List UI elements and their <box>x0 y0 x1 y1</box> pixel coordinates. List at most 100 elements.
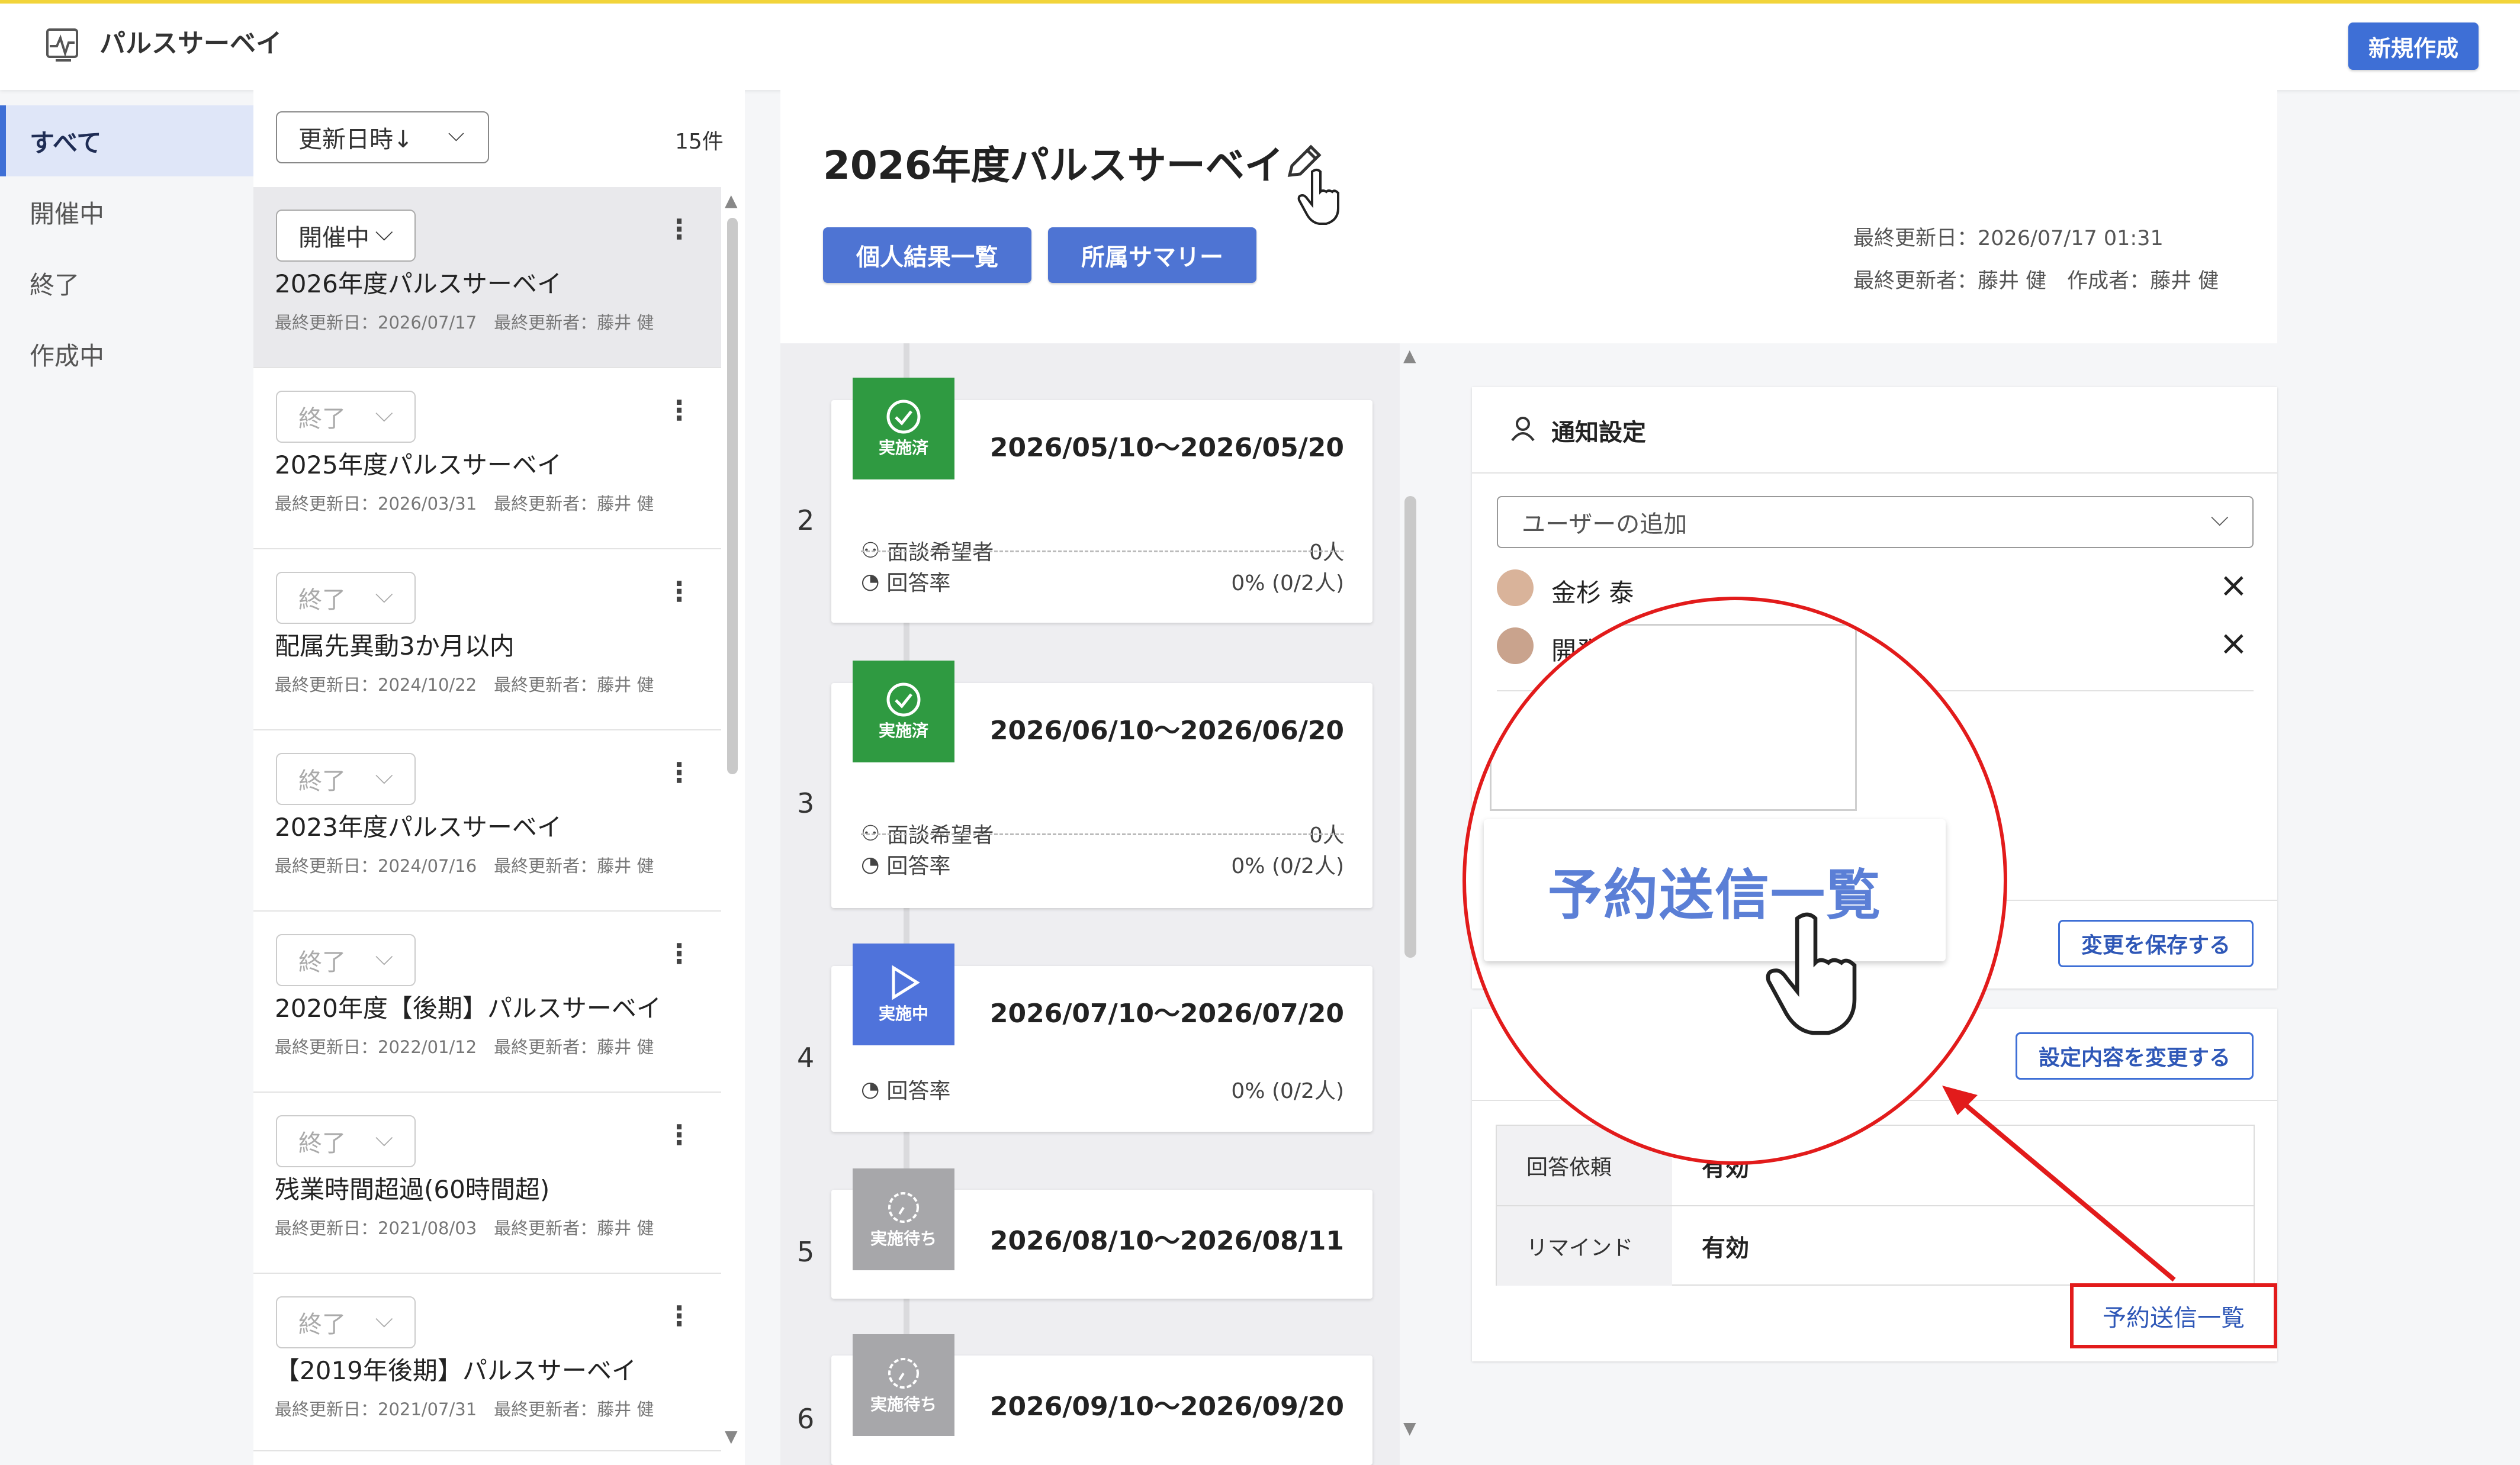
phase-status-label: 実施中 <box>878 1004 928 1023</box>
list-item[interactable]: 終了 ⌵ ⋮ 2025年度パルスサーベイ 最終更新日：2026/03/31 最終更… <box>253 368 721 549</box>
pointer-hand-icon <box>1766 912 1857 1035</box>
kebab-menu-icon[interactable]: ⋮ <box>666 575 693 607</box>
item-title: 2023年度パルスサーベイ <box>275 813 562 842</box>
zoom-magnifier: 予約送信一覧 <box>1462 597 2007 1165</box>
timeline-scrollbar[interactable] <box>1404 496 1416 958</box>
magnified-panel <box>1490 624 1857 811</box>
list-item[interactable]: 終了 ⌵ ⋮ 残業時間超過(60時間超) 最終更新日：2021/08/03 最終更… <box>253 1093 721 1274</box>
magnified-popup: 予約送信一覧 <box>1484 819 1946 961</box>
phase-status-badge: 実施済 <box>853 378 954 479</box>
personal-results-button[interactable]: 個人結果一覧 <box>823 227 1031 283</box>
item-title: 2020年度【後期】パルスサーベイ <box>275 994 661 1023</box>
list-item[interactable]: 終了 ⌵ ⋮ 2023年度パルスサーベイ 最終更新日：2024/07/16 最終更… <box>253 730 721 912</box>
divider <box>861 833 1344 835</box>
new-survey-button[interactable]: 新規作成 <box>2348 22 2479 70</box>
phase-status-label: 実施待ち <box>870 1395 937 1414</box>
survey-header-card <box>780 90 2277 343</box>
chevron-down-icon: ⌵ <box>375 762 393 790</box>
phase-date: 2026/05/10～2026/05/20 <box>989 433 1344 463</box>
rate-label: 回答率 <box>886 571 951 595</box>
item-meta: 最終更新日：2021/07/31 最終更新者：藤井 健 <box>275 1399 654 1419</box>
response-rate-row: ◔ 回答率 0% (0/2人) <box>861 1061 1344 1118</box>
clock-icon <box>888 1192 919 1223</box>
scroll-down-arrow-icon[interactable]: ▼ <box>725 1427 738 1446</box>
department-summary-button[interactable]: 所属サマリー <box>1048 227 1256 283</box>
kebab-menu-icon[interactable]: ⋮ <box>666 756 693 788</box>
phase-date: 2026/09/10～2026/09/20 <box>989 1392 1344 1422</box>
status-dropdown[interactable]: 終了 ⌵ <box>276 934 416 986</box>
user-name: 金杉 泰 <box>1551 578 1634 607</box>
nav-item-open[interactable]: 開催中 <box>0 176 253 247</box>
kebab-menu-icon[interactable]: ⋮ <box>666 213 693 245</box>
phase-status-badge: 実施中 <box>853 944 954 1045</box>
row-label: リマインド <box>1497 1206 1672 1286</box>
rate-label: 回答率 <box>886 854 951 878</box>
phase-date: 2026/07/10～2026/07/20 <box>989 999 1344 1029</box>
sort-dropdown[interactable]: 更新日時↓ ⌵ <box>276 111 489 163</box>
item-meta: 最終更新日：2026/07/17 最終更新者：藤井 健 <box>275 313 654 333</box>
kebab-menu-icon[interactable]: ⋮ <box>666 938 693 970</box>
top-bar <box>0 0 2520 90</box>
rate-value: 0% (0/2人) <box>1231 1079 1344 1103</box>
item-meta: 最終更新日：2024/10/22 最終更新者：藤井 健 <box>275 675 654 695</box>
play-icon <box>892 965 920 1000</box>
chevron-down-icon: ⌵ <box>448 122 464 146</box>
list-item[interactable]: 終了 ⌵ ⋮ 2020年度【後期】パルスサーベイ 最終更新日：2022/01/12… <box>253 912 721 1093</box>
app-name: パルスサーベイ <box>99 28 282 59</box>
kebab-menu-icon[interactable]: ⋮ <box>666 1300 693 1332</box>
status-label: 終了 <box>298 1311 346 1338</box>
divider <box>861 550 1344 552</box>
response-rate-row: ◔ 回答率 0% (0/2人) <box>861 836 1344 893</box>
save-changes-button[interactable]: 変更を保存する <box>2058 920 2254 967</box>
annotation-arrow <box>1942 1086 2176 1282</box>
chevron-down-icon: ⌵ <box>375 1125 393 1152</box>
status-dropdown[interactable]: 終了 ⌵ <box>276 1115 416 1167</box>
scroll-up-arrow-icon[interactable]: ▲ <box>1403 346 1416 365</box>
scroll-up-arrow-icon[interactable]: ▲ <box>725 191 738 210</box>
pie-chart-icon: ◔ <box>861 1077 880 1102</box>
status-dropdown[interactable]: 終了 ⌵ <box>276 391 416 443</box>
status-dropdown[interactable]: 開催中 ⌵ <box>276 210 416 262</box>
status-label: 開催中 <box>298 224 369 252</box>
list-item[interactable]: 開催中 ⌵ ⋮ 2026年度パルスサーベイ 最終更新日：2026/07/17 最終… <box>253 187 721 368</box>
status-dropdown[interactable]: 終了 ⌵ <box>276 572 416 624</box>
rate-label: 回答率 <box>886 1079 951 1103</box>
pulse-chart-icon <box>46 28 78 62</box>
updated-by: 最終更新者：藤井 健 作成者：藤井 健 <box>1853 269 2219 293</box>
divider <box>1472 472 2277 474</box>
chevron-down-icon: ⌵ <box>2210 504 2229 532</box>
phase-number: 5 <box>797 1236 815 1268</box>
list-scrollbar[interactable] <box>727 218 738 774</box>
pie-chart-icon: ◔ <box>861 569 880 594</box>
clock-icon <box>888 1358 919 1389</box>
nav-item-ended[interactable]: 終了 <box>0 247 253 318</box>
row-value: 有効 <box>1702 1235 1749 1262</box>
kebab-menu-icon[interactable]: ⋮ <box>666 394 693 426</box>
nav-item-draft[interactable]: 作成中 <box>0 318 253 389</box>
chevron-down-icon: ⌵ <box>375 219 393 246</box>
survey-count: 15件 <box>675 130 724 154</box>
phase-number: 6 <box>797 1403 815 1435</box>
rate-value: 0% (0/2人) <box>1231 571 1344 595</box>
check-circle-icon <box>886 682 921 717</box>
kebab-menu-icon[interactable]: ⋮ <box>666 1119 693 1151</box>
user-icon <box>1511 417 1535 442</box>
notify-settings-title: 通知設定 <box>1551 419 1646 446</box>
phase-status-badge: 実施待ち <box>853 1168 954 1270</box>
remove-user-close-icon[interactable]: × <box>2219 623 2248 663</box>
change-settings-button[interactable]: 設定内容を変更する <box>2016 1032 2254 1080</box>
scroll-down-arrow-icon[interactable]: ▼ <box>1403 1418 1416 1438</box>
pie-chart-icon: ◔ <box>861 852 880 877</box>
list-item[interactable]: 終了 ⌵ ⋮ 【2019年後期】パルスサーベイ 最終更新日：2021/07/31 … <box>253 1274 721 1451</box>
status-dropdown[interactable]: 終了 ⌵ <box>276 753 416 805</box>
scheduled-send-list-link[interactable]: 予約送信一覧 <box>2070 1283 2277 1348</box>
status-dropdown[interactable]: 終了 ⌵ <box>276 1296 416 1348</box>
nav-item-all[interactable]: すべて <box>0 105 253 176</box>
add-user-select[interactable]: ユーザーの追加 ⌵ <box>1497 496 2254 548</box>
remove-user-close-icon[interactable]: × <box>2219 565 2248 605</box>
list-item[interactable]: 終了 ⌵ ⋮ 配属先異動3か月以内 最終更新日：2024/10/22 最終更新者：… <box>253 549 721 730</box>
pointer-hand-icon <box>1297 169 1339 225</box>
avatar <box>1497 569 1534 606</box>
item-title: 【2019年後期】パルスサーベイ <box>275 1356 637 1385</box>
chevron-down-icon: ⌵ <box>375 581 393 608</box>
